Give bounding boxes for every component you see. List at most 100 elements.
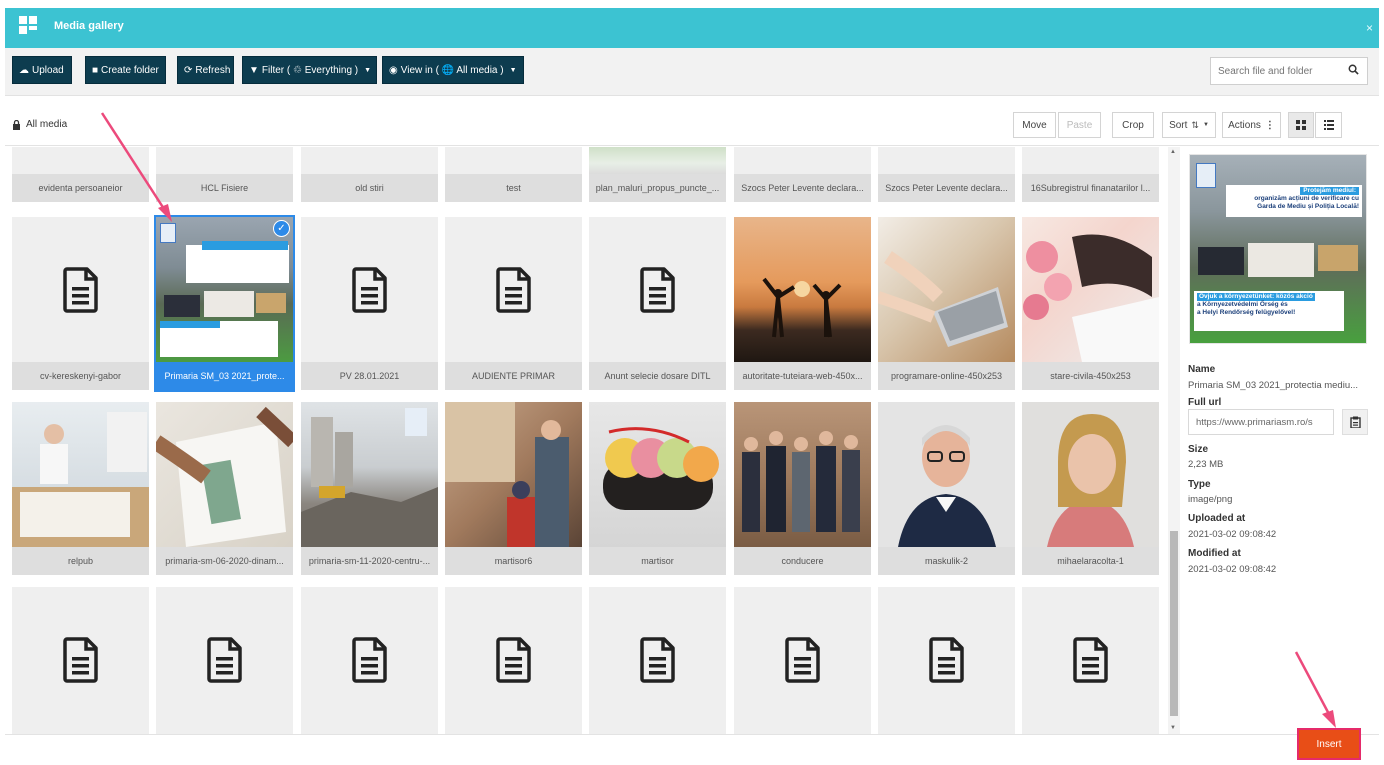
type-label: Type	[1188, 479, 1211, 490]
image-item[interactable]: mihaelaracolta-1	[1022, 402, 1159, 575]
document-icon	[1022, 587, 1159, 732]
file-item[interactable]	[878, 587, 1015, 734]
image-item[interactable]: relpub	[12, 402, 149, 575]
preview-line-4: Óvjuk a környezetünket: közös akció	[1197, 293, 1315, 301]
sunset-people-thumbnail	[734, 217, 871, 362]
file-item[interactable]	[1022, 587, 1159, 734]
file-item[interactable]	[12, 587, 149, 734]
item-name: test	[445, 174, 582, 202]
copy-url-button[interactable]	[1342, 409, 1368, 435]
item-name: programare-online-450x253	[878, 362, 1015, 390]
file-item[interactable]	[589, 587, 726, 734]
actions-dropdown[interactable]: Actions ⋮	[1222, 112, 1281, 138]
macarons-thumbnail	[589, 402, 726, 547]
search-input[interactable]	[1211, 65, 1331, 77]
file-item[interactable]: plan_maluri_propus_puncte_...	[589, 147, 726, 202]
image-item[interactable]: primaria-sm-11-2020-centru-...	[301, 402, 438, 575]
file-item[interactable]: Szocs Peter Levente declara...	[878, 147, 1015, 202]
public-relations-thumbnail	[12, 402, 149, 547]
item-name: evidenta persoaneior	[12, 174, 149, 202]
grid-view-icon	[1296, 120, 1306, 130]
document-icon	[156, 587, 293, 732]
image-item[interactable]: autoritate-tuteiara-web-450x...	[734, 217, 871, 390]
file-item[interactable]: Szocs Peter Levente declara...	[734, 147, 871, 202]
folder-icon: ■	[92, 64, 99, 76]
item-name: relpub	[12, 547, 149, 575]
sort-icon: ⇅	[1191, 119, 1199, 130]
file-item[interactable]: 16Subregistrul finanatarilor l...	[1022, 147, 1159, 202]
grid-scrollbar[interactable]: ▲ ▼	[1168, 147, 1180, 734]
file-item[interactable]	[734, 587, 871, 734]
upload-button[interactable]: ☁ Upload	[12, 56, 72, 84]
item-name: cv-kereskenyi-gabor	[12, 362, 149, 390]
item-name: HCL Fisiere	[156, 174, 293, 202]
image-item[interactable]: maskulik-2	[878, 402, 1015, 575]
breadcrumb-bar: All media Move Paste Crop Sort ⇅ ▼ Actio…	[5, 97, 1379, 146]
item-name: martisor	[589, 547, 726, 575]
document-signing-thumbnail	[156, 402, 293, 547]
leadership-group-thumbnail	[734, 402, 871, 547]
breadcrumb[interactable]: All media	[12, 119, 67, 130]
close-icon[interactable]: ×	[1366, 21, 1373, 35]
file-item[interactable]: cv-kereskenyi-gabor	[12, 217, 149, 390]
crop-button[interactable]: Crop	[1112, 112, 1154, 138]
scroll-down-icon[interactable]: ▼	[1170, 725, 1176, 731]
grid-view-button[interactable]	[1288, 112, 1314, 138]
file-item[interactable]: AUDIENTE PRIMAR	[445, 217, 582, 390]
item-name: plan_maluri_propus_puncte_...	[589, 174, 726, 202]
file-item[interactable]	[301, 587, 438, 734]
sort-dropdown[interactable]: Sort ⇅ ▼	[1162, 112, 1216, 138]
preview-line-5: a Környezetvédelmi Őrség és	[1197, 301, 1288, 308]
map-thumbnail	[589, 147, 726, 174]
filter-label: Filter ( ♲ Everything )	[261, 64, 359, 76]
folder-item[interactable]: old stiri	[301, 147, 438, 202]
chevron-down-icon: ▼	[1202, 122, 1209, 128]
flowers-signing-thumbnail	[1022, 217, 1159, 362]
image-item[interactable]: martisor	[589, 402, 726, 575]
preview-line-2: organizăm acțiuni de verificare cu	[1254, 195, 1359, 202]
refresh-icon: ⟳	[184, 64, 193, 76]
image-item[interactable]: primaria-sm-06-2020-dinam...	[156, 402, 293, 575]
full-url-field[interactable]: https://www.primariasm.ro/s	[1188, 409, 1334, 435]
image-item[interactable]: programare-online-450x253	[878, 217, 1015, 390]
file-item[interactable]	[156, 587, 293, 734]
name-value: Primaria SM_03 2021_protectia mediu...	[1188, 380, 1359, 391]
insert-button[interactable]: Insert	[1297, 728, 1361, 760]
scroll-up-icon[interactable]: ▲	[1170, 149, 1176, 155]
martisor-market-thumbnail	[445, 402, 582, 547]
folder-item[interactable]: evidenta persoaneior	[12, 147, 149, 202]
full-url-label: Full url	[1188, 397, 1222, 408]
create-folder-button[interactable]: ■ Create folder	[85, 56, 166, 84]
file-item[interactable]: Anunt selecie dosare DITL	[589, 217, 726, 390]
size-value: 2,23 MB	[1188, 459, 1224, 470]
folder-item[interactable]: HCL Fisiere	[156, 147, 293, 202]
size-label: Size	[1188, 444, 1209, 455]
paste-button[interactable]: Paste	[1058, 112, 1101, 138]
portrait-woman-thumbnail	[1022, 402, 1159, 547]
document-icon	[878, 587, 1015, 732]
scrollbar-thumb[interactable]	[1170, 531, 1178, 716]
image-item[interactable]: conducere	[734, 402, 871, 575]
list-view-icon	[1323, 120, 1334, 130]
demolition-site-thumbnail	[301, 402, 438, 547]
document-icon	[589, 217, 726, 362]
item-name: autoritate-tuteiara-web-450x...	[734, 362, 871, 390]
image-item[interactable]: stare-civila-450x253	[1022, 217, 1159, 390]
view-in-label: View in ( 🌐 All media )	[400, 64, 504, 76]
search-icon[interactable]	[1348, 64, 1359, 75]
move-button[interactable]: Move	[1013, 112, 1056, 138]
refresh-button[interactable]: ⟳ Refresh	[177, 56, 234, 84]
preview-bottom-text: Óvjuk a környezetünket: közös akció a Kö…	[1194, 291, 1344, 331]
item-name: stare-civila-450x253	[1022, 362, 1159, 390]
list-view-button[interactable]	[1315, 112, 1342, 138]
sort-label: Sort	[1169, 119, 1188, 131]
image-item[interactable]: martisor6	[445, 402, 582, 575]
document-icon	[445, 217, 582, 362]
folder-item[interactable]: test	[445, 147, 582, 202]
file-item[interactable]: PV 28.01.2021	[301, 217, 438, 390]
filter-dropdown[interactable]: ▼ Filter ( ♲ Everything ) ▼	[242, 56, 377, 84]
selected-image-item[interactable]: ✓ Primaria SM_03 2021_prote...	[154, 215, 295, 392]
file-item[interactable]	[445, 587, 582, 734]
cloud-upload-icon: ☁	[19, 64, 29, 76]
view-in-dropdown[interactable]: ◉ View in ( 🌐 All media ) ▼	[382, 56, 524, 84]
